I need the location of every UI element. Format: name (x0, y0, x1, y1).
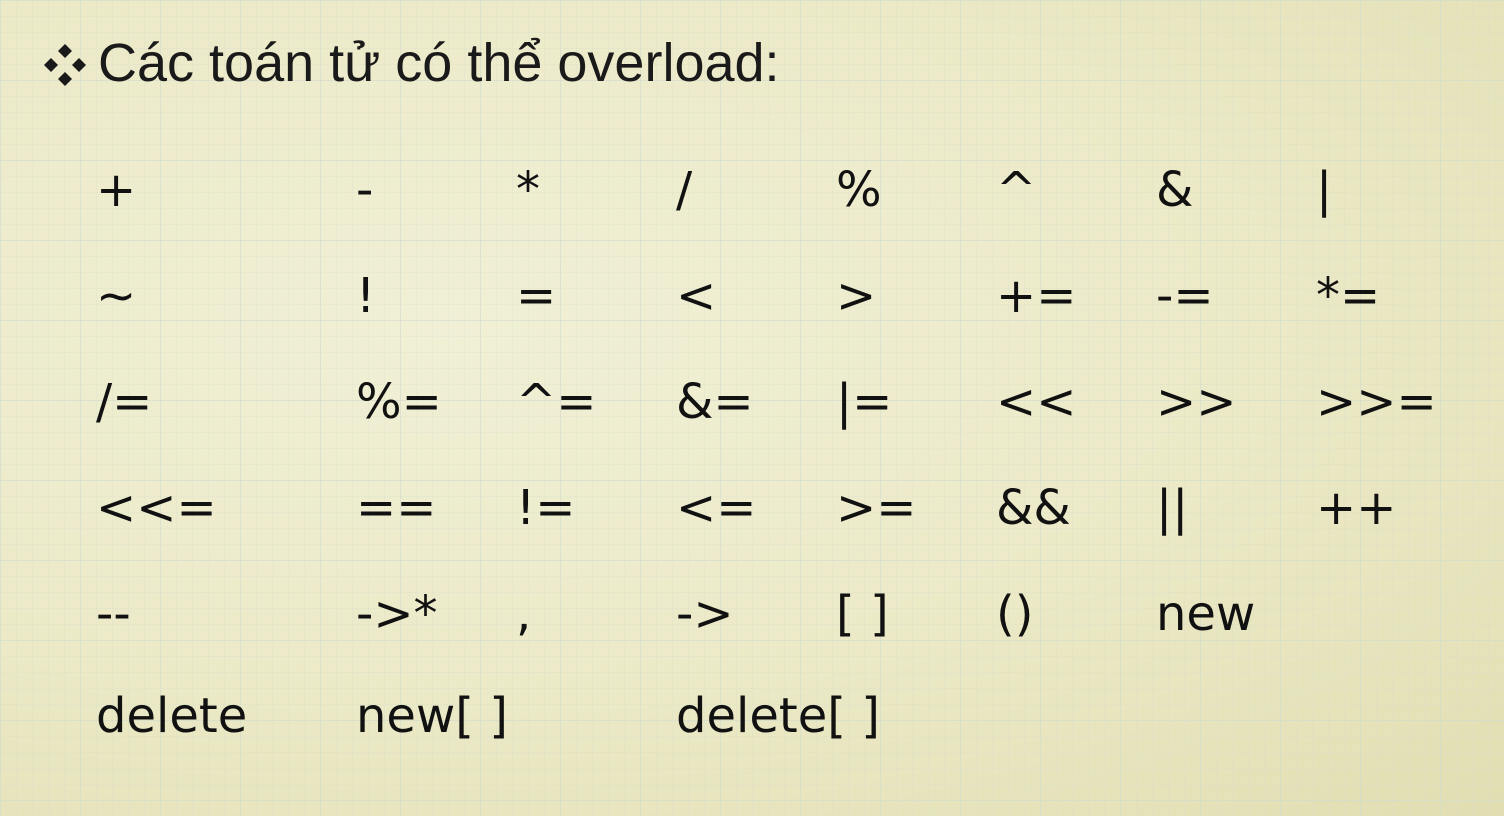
operator-cell: >>= (1316, 374, 1437, 430)
operator-cell: = (516, 268, 557, 324)
operator-cell: &= (676, 374, 754, 430)
operator-row: /= %= ^= &= |= << >> >>= (0, 362, 1504, 442)
operator-cell: *= (1316, 268, 1381, 324)
operator-cell: / (676, 162, 693, 218)
operator-cell: [ ] (836, 586, 889, 642)
operator-cell: ~ (96, 268, 137, 324)
slide: Các toán tử có thể overload: + - * /% ^ & | ~! =… (0, 0, 1504, 816)
operator-cell: | (1316, 162, 1333, 218)
operator-cell: == (356, 480, 437, 536)
operator-cell: -- (96, 586, 131, 642)
operator-cell: -> (676, 586, 734, 642)
operator-cell: new (1156, 586, 1256, 642)
operator-cell: > (836, 268, 877, 324)
operator-cell: << (996, 374, 1077, 430)
operator-cell: != (516, 480, 576, 536)
operator-cell: %= (356, 374, 442, 430)
operator-cell: || (1156, 480, 1189, 536)
operator-cell: , (516, 586, 532, 642)
operator-cell: <= (676, 480, 757, 536)
operator-cell: /= (96, 374, 153, 430)
operator-cell: ->* (356, 586, 438, 642)
operator-cell: && (996, 480, 1071, 536)
operator-cell: () (996, 586, 1034, 642)
operator-cell: ++ (1316, 480, 1397, 536)
operator-cell: <<= (96, 480, 217, 536)
operator-row: <<= == != <= >= && || ++ (0, 468, 1504, 548)
operator-cell: -= (1156, 268, 1214, 324)
operator-cell: delete[ ] (676, 688, 880, 744)
operator-cell: * (516, 162, 540, 218)
operator-cell: new[ ] (356, 688, 508, 744)
operator-cell: + (96, 162, 137, 218)
operator-row: + - * /% ^ & | (0, 150, 1504, 230)
operator-cell: ^= (516, 374, 597, 430)
operator-cell: ! (356, 268, 376, 324)
operator-grid: + - * /% ^ & | ~! = < > += -= *=/= %= ^= &= |= << >> >>= <<= =… (0, 0, 1504, 816)
operator-cell: >> (1156, 374, 1237, 430)
operator-cell: - (356, 162, 374, 218)
operator-cell: < (676, 268, 717, 324)
operator-cell: ^ (996, 162, 1037, 218)
operator-row: ~! = < > += -= *= (0, 256, 1504, 336)
operator-cell: % (836, 162, 882, 218)
operator-cell: += (996, 268, 1077, 324)
operator-cell: & (1156, 162, 1194, 218)
operator-row: -- ->*, -> [ ] () new (0, 574, 1504, 654)
operator-row: delete new[ ] delete[ ] (0, 676, 1504, 756)
operator-cell: delete (96, 688, 248, 744)
operator-cell: >= (836, 480, 917, 536)
operator-cell: |= (836, 374, 893, 430)
